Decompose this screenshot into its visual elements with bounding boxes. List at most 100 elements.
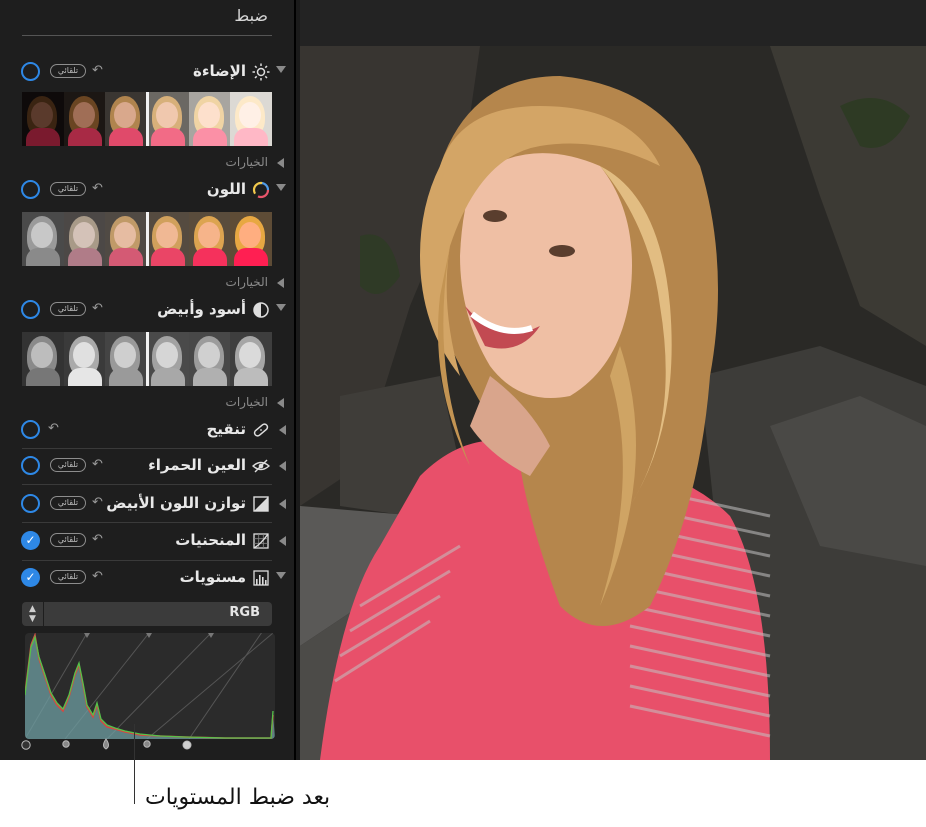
section-label: العين الحمراء xyxy=(148,456,246,474)
enable-toggle[interactable] xyxy=(21,420,40,439)
thumbnail xyxy=(230,92,272,146)
auto-button[interactable]: تلقائي xyxy=(50,533,86,547)
disclosure-triangle-icon[interactable] xyxy=(279,499,286,509)
options-disclosure-icon[interactable] xyxy=(277,278,284,288)
enabled-checkmark-toggle[interactable]: ✓ xyxy=(21,568,40,587)
section-curves[interactable]: المنحنيات ↶ تلقائي ✓ xyxy=(0,529,296,553)
divider xyxy=(22,560,272,561)
revert-icon[interactable]: ↶ xyxy=(92,63,103,78)
thumbnail xyxy=(147,92,189,146)
photo-preview xyxy=(300,46,926,760)
enable-toggle[interactable] xyxy=(21,180,40,199)
photos-edit-window: ضبط الإضاءة ↶ تلقائي الخيارات اللون ↶ تل… xyxy=(0,0,926,760)
options-label[interactable]: الخيارات xyxy=(226,155,268,169)
section-label: توازن اللون الأبيض xyxy=(106,494,246,512)
disclosure-triangle-icon[interactable] xyxy=(279,536,286,546)
section-label: تنقيح xyxy=(206,420,247,438)
channel-select[interactable]: ▲ ▼ RGB xyxy=(22,602,272,626)
white-point-handle xyxy=(182,740,192,750)
section-color[interactable]: اللون ↶ تلقائي xyxy=(0,178,296,202)
auto-button[interactable]: تلقائي xyxy=(50,64,86,78)
section-levels[interactable]: مستويات ↶ تلقائي ✓ xyxy=(0,566,296,590)
thumbnail xyxy=(105,212,148,266)
sidebar-title: ضبط xyxy=(234,6,268,25)
slider-marker[interactable] xyxy=(146,332,149,386)
highlights-handle xyxy=(143,740,151,748)
levels-icon xyxy=(253,570,269,586)
auto-button[interactable]: تلقائي xyxy=(50,302,86,316)
revert-icon[interactable]: ↶ xyxy=(92,181,103,196)
slider-marker[interactable] xyxy=(146,92,149,146)
levels-histogram[interactable] xyxy=(25,633,275,739)
photo-toolbar-area xyxy=(300,0,926,46)
auto-button[interactable]: تلقائي xyxy=(50,496,86,510)
auto-button[interactable]: تلقائي xyxy=(50,458,86,472)
figure-caption: بعد ضبط المستويات xyxy=(145,785,331,810)
channel-select-value: RGB xyxy=(229,605,260,620)
thumbnail xyxy=(22,212,64,266)
enable-toggle[interactable] xyxy=(21,456,40,475)
enable-toggle[interactable] xyxy=(21,494,40,513)
thumbnail xyxy=(188,92,231,146)
disclosure-triangle-icon[interactable] xyxy=(279,461,286,471)
section-label: اللون xyxy=(206,180,246,198)
section-retouch[interactable]: تنقيح ↶ xyxy=(0,418,296,442)
thumbnail xyxy=(188,212,231,266)
enabled-checkmark-toggle[interactable]: ✓ xyxy=(21,531,40,550)
curves-icon xyxy=(253,533,269,549)
auto-button[interactable]: تلقائي xyxy=(50,182,86,196)
thumbnail xyxy=(105,92,148,146)
shadows-handle xyxy=(62,740,70,748)
white-balance-icon xyxy=(253,496,269,512)
auto-button[interactable]: تلقائي xyxy=(50,570,86,584)
light-thumbnail-strip[interactable] xyxy=(22,92,272,146)
enable-toggle[interactable] xyxy=(21,300,40,319)
section-red-eye[interactable]: العين الحمراء ↶ تلقائي xyxy=(0,454,296,478)
adjust-sidebar: ضبط الإضاءة ↶ تلقائي الخيارات اللون ↶ تل… xyxy=(0,0,296,760)
thumbnail xyxy=(22,332,64,386)
thumbnail xyxy=(63,332,106,386)
revert-icon[interactable]: ↶ xyxy=(92,457,103,472)
enable-toggle[interactable] xyxy=(21,62,40,81)
disclosure-triangle-icon[interactable] xyxy=(279,425,286,435)
divider xyxy=(22,522,272,523)
options-disclosure-icon[interactable] xyxy=(277,158,284,168)
revert-icon[interactable]: ↶ xyxy=(92,569,103,584)
eye-slash-icon xyxy=(252,459,270,473)
options-label[interactable]: الخيارات xyxy=(226,395,268,409)
disclosure-triangle-icon[interactable] xyxy=(276,66,286,73)
options-label[interactable]: الخيارات xyxy=(226,275,268,289)
color-thumbnail-strip[interactable] xyxy=(22,212,272,266)
bandage-icon xyxy=(253,423,269,437)
disclosure-triangle-icon[interactable] xyxy=(276,304,286,311)
thumbnail xyxy=(147,332,189,386)
sun-icon xyxy=(252,63,270,81)
disclosure-triangle-icon[interactable] xyxy=(276,572,286,579)
revert-icon[interactable]: ↶ xyxy=(92,495,103,510)
black-point-handle xyxy=(21,740,31,750)
thumbnail xyxy=(188,332,231,386)
revert-icon[interactable]: ↶ xyxy=(92,301,103,316)
black-white-thumbnail-strip[interactable] xyxy=(22,332,272,386)
options-disclosure-icon[interactable] xyxy=(277,398,284,408)
section-black-white[interactable]: أسود وأبيض ↶ تلقائي xyxy=(0,298,296,322)
thumbnail xyxy=(105,332,148,386)
divider xyxy=(22,484,272,485)
section-light[interactable]: الإضاءة ↶ تلقائي xyxy=(0,60,296,84)
midtones-handle xyxy=(103,738,109,750)
revert-icon[interactable]: ↶ xyxy=(48,421,59,436)
section-white-balance[interactable]: توازن اللون الأبيض ↶ تلقائي xyxy=(0,492,296,516)
thumbnail xyxy=(63,92,106,146)
thumbnail xyxy=(147,212,189,266)
section-label: الإضاءة xyxy=(193,62,246,80)
level-handles[interactable] xyxy=(0,736,296,754)
thumbnail xyxy=(230,212,272,266)
slider-marker[interactable] xyxy=(146,212,149,266)
thumbnail xyxy=(22,92,64,146)
callout-line xyxy=(134,724,135,804)
revert-icon[interactable]: ↶ xyxy=(92,532,103,547)
chevron-up-down-icon[interactable]: ▲ ▼ xyxy=(22,602,44,626)
thumbnail xyxy=(63,212,106,266)
section-label: أسود وأبيض xyxy=(157,300,246,318)
disclosure-triangle-icon[interactable] xyxy=(276,184,286,191)
